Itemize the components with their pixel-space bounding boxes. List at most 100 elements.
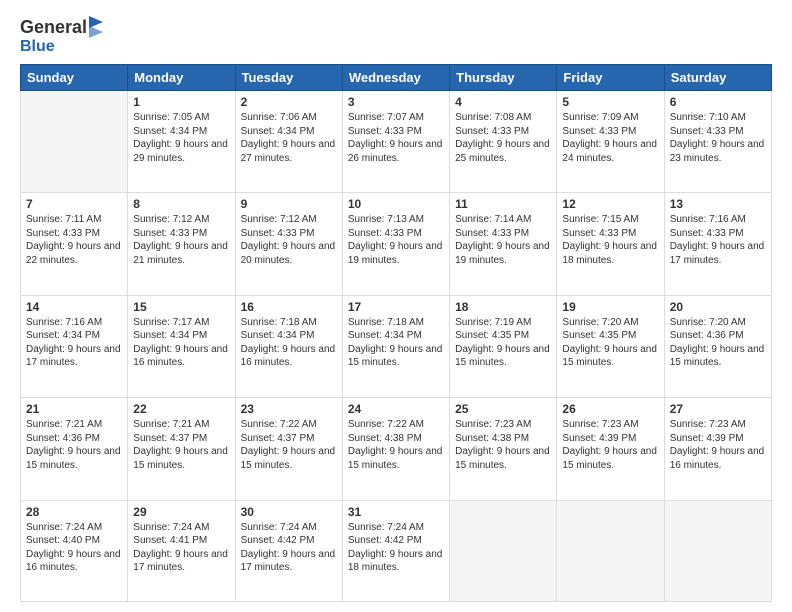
calendar-cell: 30 Sunrise: 7:24 AMSunset: 4:42 PMDayligh… xyxy=(235,500,342,601)
calendar-cell: 15 Sunrise: 7:17 AMSunset: 4:34 PMDayligh… xyxy=(128,295,235,397)
day-number: 26 xyxy=(562,402,658,416)
cell-info: Sunrise: 7:24 AMSunset: 4:42 PMDaylight:… xyxy=(241,521,337,575)
calendar-cell: 25 Sunrise: 7:23 AMSunset: 4:38 PMDayligh… xyxy=(450,398,557,500)
calendar-cell xyxy=(21,91,128,193)
calendar-cell: 31 Sunrise: 7:24 AMSunset: 4:42 PMDayligh… xyxy=(342,500,449,601)
col-header-sunday: Sunday xyxy=(21,65,128,91)
day-number: 8 xyxy=(133,197,229,211)
day-number: 10 xyxy=(348,197,444,211)
calendar-cell: 29 Sunrise: 7:24 AMSunset: 4:41 PMDayligh… xyxy=(128,500,235,601)
calendar-cell: 5Sunrise: 7:09 AMSunset: 4:33 PMDaylight… xyxy=(557,91,664,193)
cell-info: Sunrise: 7:05 AMSunset: 4:34 PMDaylight:… xyxy=(133,111,229,165)
day-number: 14 xyxy=(26,300,122,314)
day-number: 18 xyxy=(455,300,551,314)
day-number: 19 xyxy=(562,300,658,314)
cell-info: Sunrise: 7:19 AMSunset: 4:35 PMDaylight:… xyxy=(455,316,551,370)
col-header-monday: Monday xyxy=(128,65,235,91)
day-number: 30 xyxy=(241,505,337,519)
calendar-cell xyxy=(664,500,771,601)
cell-info: Sunrise: 7:14 AMSunset: 4:33 PMDaylight:… xyxy=(455,213,551,267)
cell-info: Sunrise: 7:12 AMSunset: 4:33 PMDaylight:… xyxy=(241,213,337,267)
calendar-cell: 2Sunrise: 7:06 AMSunset: 4:34 PMDaylight… xyxy=(235,91,342,193)
cell-info: Sunrise: 7:23 AMSunset: 4:39 PMDaylight:… xyxy=(562,418,658,472)
day-number: 1 xyxy=(133,95,229,109)
header: General Blue xyxy=(20,16,772,56)
day-number: 3 xyxy=(348,95,444,109)
cell-info: Sunrise: 7:15 AMSunset: 4:33 PMDaylight:… xyxy=(562,213,658,267)
calendar-cell: 9 Sunrise: 7:12 AMSunset: 4:33 PMDaylight… xyxy=(235,193,342,295)
calendar-table: SundayMondayTuesdayWednesdayThursdayFrid… xyxy=(20,64,772,602)
day-number: 4 xyxy=(455,95,551,109)
day-number: 24 xyxy=(348,402,444,416)
calendar-cell: 22Sunrise: 7:21 AMSunset: 4:37 PMDayligh… xyxy=(128,398,235,500)
col-header-friday: Friday xyxy=(557,65,664,91)
day-number: 25 xyxy=(455,402,551,416)
calendar-cell: 19 Sunrise: 7:20 AMSunset: 4:35 PMDayligh… xyxy=(557,295,664,397)
cell-info: Sunrise: 7:09 AMSunset: 4:33 PMDaylight:… xyxy=(562,111,658,165)
calendar-cell: 28 Sunrise: 7:24 AMSunset: 4:40 PMDayligh… xyxy=(21,500,128,601)
calendar-cell: 16 Sunrise: 7:18 AMSunset: 4:34 PMDayligh… xyxy=(235,295,342,397)
calendar-cell: 3 Sunrise: 7:07 AMSunset: 4:33 PMDaylight… xyxy=(342,91,449,193)
logo-flag-icon xyxy=(89,16,103,38)
calendar-cell xyxy=(450,500,557,601)
day-number: 17 xyxy=(348,300,444,314)
calendar-cell: 17 Sunrise: 7:18 AMSunset: 4:34 PMDayligh… xyxy=(342,295,449,397)
day-number: 28 xyxy=(26,505,122,519)
cell-info: Sunrise: 7:22 AMSunset: 4:37 PMDaylight:… xyxy=(241,418,337,472)
day-number: 9 xyxy=(241,197,337,211)
col-header-tuesday: Tuesday xyxy=(235,65,342,91)
calendar-cell: 23 Sunrise: 7:22 AMSunset: 4:37 PMDayligh… xyxy=(235,398,342,500)
cell-info: Sunrise: 7:24 AMSunset: 4:40 PMDaylight:… xyxy=(26,521,122,575)
cell-info: Sunrise: 7:24 AMSunset: 4:41 PMDaylight:… xyxy=(133,521,229,575)
calendar-cell: 20Sunrise: 7:20 AMSunset: 4:36 PMDayligh… xyxy=(664,295,771,397)
calendar-cell: 4 Sunrise: 7:08 AMSunset: 4:33 PMDaylight… xyxy=(450,91,557,193)
logo-general: General xyxy=(20,17,87,38)
col-header-wednesday: Wednesday xyxy=(342,65,449,91)
day-number: 11 xyxy=(455,197,551,211)
logo-blue: Blue xyxy=(20,38,55,55)
day-number: 31 xyxy=(348,505,444,519)
day-number: 13 xyxy=(670,197,766,211)
cell-info: Sunrise: 7:22 AMSunset: 4:38 PMDaylight:… xyxy=(348,418,444,472)
day-number: 16 xyxy=(241,300,337,314)
calendar-cell: 21Sunrise: 7:21 AMSunset: 4:36 PMDayligh… xyxy=(21,398,128,500)
cell-info: Sunrise: 7:08 AMSunset: 4:33 PMDaylight:… xyxy=(455,111,551,165)
cell-info: Sunrise: 7:07 AMSunset: 4:33 PMDaylight:… xyxy=(348,111,444,165)
day-number: 20 xyxy=(670,300,766,314)
cell-info: Sunrise: 7:20 AMSunset: 4:35 PMDaylight:… xyxy=(562,316,658,370)
calendar-cell: 8 Sunrise: 7:12 AMSunset: 4:33 PMDaylight… xyxy=(128,193,235,295)
calendar-cell: 13Sunrise: 7:16 AMSunset: 4:33 PMDayligh… xyxy=(664,193,771,295)
cell-info: Sunrise: 7:18 AMSunset: 4:34 PMDaylight:… xyxy=(348,316,444,370)
calendar-cell: 24 Sunrise: 7:22 AMSunset: 4:38 PMDayligh… xyxy=(342,398,449,500)
day-number: 7 xyxy=(26,197,122,211)
cell-info: Sunrise: 7:06 AMSunset: 4:34 PMDaylight:… xyxy=(241,111,337,165)
page: General Blue SundayMondayTuesdayWednesda… xyxy=(0,0,792,612)
cell-info: Sunrise: 7:24 AMSunset: 4:42 PMDaylight:… xyxy=(348,521,444,575)
calendar-cell: 12 Sunrise: 7:15 AMSunset: 4:33 PMDayligh… xyxy=(557,193,664,295)
cell-info: Sunrise: 7:12 AMSunset: 4:33 PMDaylight:… xyxy=(133,213,229,267)
cell-info: Sunrise: 7:21 AMSunset: 4:37 PMDaylight:… xyxy=(133,418,229,472)
calendar-cell: 6 Sunrise: 7:10 AMSunset: 4:33 PMDaylight… xyxy=(664,91,771,193)
calendar-cell xyxy=(557,500,664,601)
col-header-saturday: Saturday xyxy=(664,65,771,91)
calendar-cell: 7 Sunrise: 7:11 AMSunset: 4:33 PMDaylight… xyxy=(21,193,128,295)
calendar-cell: 10 Sunrise: 7:13 AMSunset: 4:33 PMDayligh… xyxy=(342,193,449,295)
calendar-cell: 26 Sunrise: 7:23 AMSunset: 4:39 PMDayligh… xyxy=(557,398,664,500)
cell-info: Sunrise: 7:11 AMSunset: 4:33 PMDaylight:… xyxy=(26,213,122,267)
day-number: 23 xyxy=(241,402,337,416)
calendar-cell: 27 Sunrise: 7:23 AMSunset: 4:39 PMDayligh… xyxy=(664,398,771,500)
cell-info: Sunrise: 7:13 AMSunset: 4:33 PMDaylight:… xyxy=(348,213,444,267)
cell-info: Sunrise: 7:18 AMSunset: 4:34 PMDaylight:… xyxy=(241,316,337,370)
calendar-cell: 1 Sunrise: 7:05 AMSunset: 4:34 PMDaylight… xyxy=(128,91,235,193)
day-number: 15 xyxy=(133,300,229,314)
logo: General Blue xyxy=(20,16,103,56)
day-number: 27 xyxy=(670,402,766,416)
day-number: 29 xyxy=(133,505,229,519)
cell-info: Sunrise: 7:17 AMSunset: 4:34 PMDaylight:… xyxy=(133,316,229,370)
cell-info: Sunrise: 7:23 AMSunset: 4:39 PMDaylight:… xyxy=(670,418,766,472)
cell-info: Sunrise: 7:16 AMSunset: 4:34 PMDaylight:… xyxy=(26,316,122,370)
day-number: 12 xyxy=(562,197,658,211)
day-number: 6 xyxy=(670,95,766,109)
cell-info: Sunrise: 7:10 AMSunset: 4:33 PMDaylight:… xyxy=(670,111,766,165)
cell-info: Sunrise: 7:23 AMSunset: 4:38 PMDaylight:… xyxy=(455,418,551,472)
